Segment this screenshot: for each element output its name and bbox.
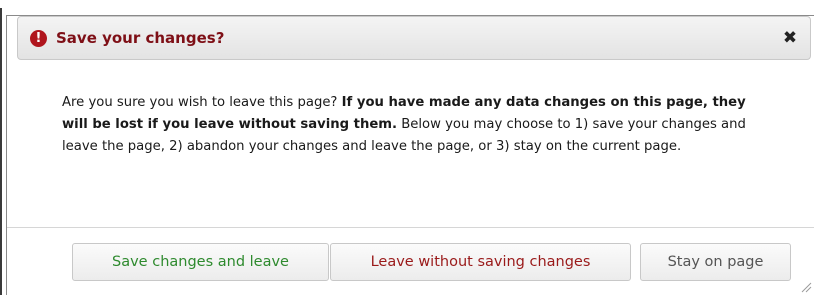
window-edge — [0, 8, 2, 295]
save-changes-dialog: ! Save your changes? ✖ Are you sure you … — [6, 15, 814, 295]
page: ! Save your changes? ✖ Are you sure you … — [0, 0, 814, 295]
dialog-message: Are you sure you wish to leave this page… — [62, 92, 762, 158]
close-button[interactable]: ✖ — [781, 28, 799, 48]
save-and-leave-button[interactable]: Save changes and leave — [72, 243, 329, 281]
dialog-titlebar[interactable]: ! Save your changes? ✖ — [17, 16, 811, 60]
resize-grip-icon[interactable] — [800, 281, 812, 293]
leave-without-saving-button[interactable]: Leave without saving changes — [330, 243, 631, 281]
message-intro: Are you sure you wish to leave this page… — [62, 95, 342, 110]
stay-on-page-button[interactable]: Stay on page — [640, 243, 791, 281]
exclamation-icon: ! — [30, 30, 47, 47]
dialog-title: Save your changes? — [56, 29, 225, 47]
dialog-divider — [7, 227, 814, 228]
